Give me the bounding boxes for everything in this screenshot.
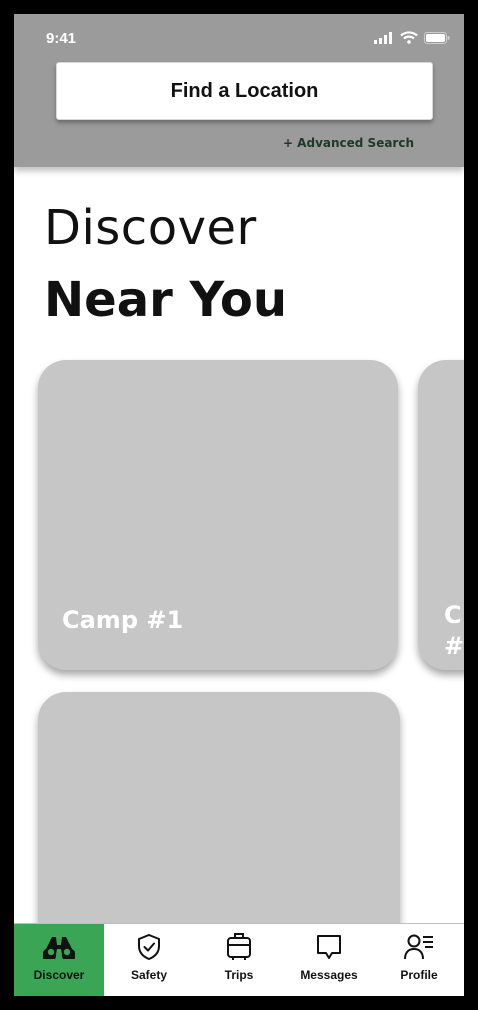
camp-card[interactable]: Camp #1 <box>38 360 398 670</box>
chat-bubble-icon <box>313 932 345 962</box>
nav-item-messages[interactable]: Messages <box>284 924 374 996</box>
bottom-nav: Discover Safety Trips Messages Profile <box>14 923 464 996</box>
nav-label: Trips <box>224 968 254 982</box>
profile-list-icon <box>403 932 435 962</box>
header: 9:41 Find a Location + Advanced Search <box>14 14 464 167</box>
status-time: 9:41 <box>46 30 77 47</box>
binoculars-icon <box>43 932 75 962</box>
nav-label: Discover <box>33 968 85 982</box>
nav-item-trips[interactable]: Trips <box>194 924 284 996</box>
find-location-button[interactable]: Find a Location <box>56 62 433 120</box>
camp-card-label: C # <box>444 600 464 660</box>
phone-screen: 9:41 Find a Location + Advanced Search D… <box>14 14 464 996</box>
status-icons <box>374 31 450 49</box>
nav-label: Profile <box>400 968 438 982</box>
signal-icon <box>374 31 394 49</box>
page-title: Discover <box>44 200 257 256</box>
advanced-search-link[interactable]: + Advanced Search <box>283 136 414 150</box>
wifi-icon <box>400 31 418 49</box>
nav-item-discover[interactable]: Discover <box>14 924 104 996</box>
battery-icon <box>424 31 450 49</box>
camp-card-label: Camp #1 <box>62 606 184 634</box>
shield-check-icon <box>133 932 165 962</box>
nav-label: Messages <box>300 968 358 982</box>
camp-card[interactable]: C # <box>418 360 464 670</box>
page-subtitle: Near You <box>44 272 287 328</box>
nav-item-safety[interactable]: Safety <box>104 924 194 996</box>
nav-label: Safety <box>130 968 168 982</box>
nav-item-profile[interactable]: Profile <box>374 924 464 996</box>
suitcase-icon <box>223 932 255 962</box>
